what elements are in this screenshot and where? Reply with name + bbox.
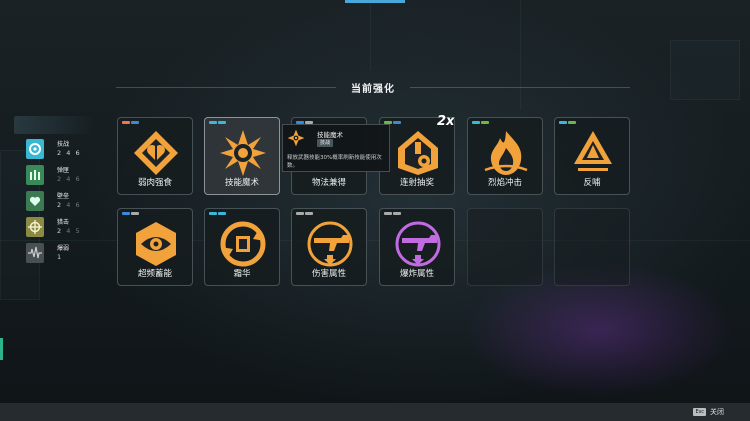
stat-threshold-value: 6 — [75, 175, 82, 183]
card-label: 弱肉强食 — [137, 178, 172, 188]
header-line-right — [410, 87, 630, 88]
empty-slot — [554, 208, 630, 286]
header-line-left — [116, 87, 336, 88]
star-burst-icon — [218, 128, 268, 178]
stat-item[interactable]: 弹匣 2 4 6 — [26, 165, 90, 185]
stat-threshold-value: 2 — [57, 227, 63, 235]
crystal-icon — [568, 128, 618, 178]
tooltip-tag: 技战 — [317, 139, 334, 147]
enhancement-card[interactable]: 霜华 — [204, 208, 280, 286]
stat-threshold-value: 4 — [66, 201, 72, 209]
stat-threshold-value: 2 — [57, 201, 63, 209]
enhancement-card[interactable]: 伤害属性 — [291, 208, 367, 286]
card-label: 连射抽奖 — [399, 178, 434, 188]
card-label: 技能魔术 — [224, 178, 259, 188]
stat-name: 猎击 — [57, 219, 70, 226]
tooltip: 技能魔术 技战 释放武器技能30%概率刷新技能使用次数。 — [282, 124, 390, 172]
top-indicator — [345, 0, 405, 3]
heart-hands-icon — [131, 128, 181, 178]
bg-line — [0, 240, 750, 241]
stat-item[interactable]: 壁垒 2 4 6 — [26, 191, 90, 211]
stat-thresholds: 2 4 6 — [57, 149, 81, 157]
card-tag — [209, 121, 226, 124]
heart-shield-icon — [26, 191, 44, 211]
enhancement-card[interactable]: 烈焰冲击 — [467, 117, 543, 195]
card-label: 反哺 — [583, 178, 601, 188]
flame-icon — [481, 128, 531, 178]
enhancement-card[interactable]: 技能魔术 — [204, 117, 280, 195]
section-header: 当前强化 — [116, 80, 630, 95]
card-label: 爆炸属性 — [399, 269, 434, 279]
card-label: 烈焰冲击 — [487, 178, 522, 188]
gun-explode-icon — [393, 219, 443, 269]
crosshair-icon — [26, 217, 44, 237]
bg-line — [370, 0, 371, 70]
lottery-icon — [393, 128, 443, 178]
stat-threshold-value: 6 — [75, 149, 82, 157]
card-label: 超频蓄能 — [137, 269, 172, 279]
stat-threshold-value: 4 — [66, 227, 72, 235]
stat-glow — [14, 116, 94, 134]
frost-cycle-icon — [218, 219, 268, 269]
stat-name: 技战 — [57, 141, 70, 148]
esc-key-hint[interactable]: Esc — [693, 408, 706, 416]
stat-thresholds: 2 4 6 — [57, 201, 81, 209]
eye-icon — [131, 219, 181, 269]
stat-threshold-value: 1 — [57, 253, 63, 261]
stat-thresholds: 2 4 5 — [57, 227, 81, 235]
card-label: 物法兼得 — [311, 178, 346, 188]
stat-threshold-value: 4 — [66, 175, 72, 183]
stat-threshold-value: 4 — [66, 149, 72, 157]
stat-threshold-value: 2 — [57, 175, 63, 183]
bottom-bar: Esc 关闭 — [0, 403, 750, 421]
stat-threshold-value: 5 — [75, 227, 82, 235]
card-tag — [559, 121, 576, 124]
stat-item[interactable]: 爆弱 1 — [26, 243, 90, 263]
stat-threshold-value: 2 — [57, 149, 63, 157]
stat-thresholds: 2 4 6 — [57, 175, 81, 183]
wave-icon — [26, 243, 44, 263]
tooltip-title: 技能魔术 — [317, 131, 343, 139]
card-tag — [296, 212, 313, 215]
double-badge: 2x — [437, 114, 455, 129]
card-tag — [384, 212, 401, 215]
swirl-icon — [26, 139, 44, 159]
bg-panel-right — [670, 40, 740, 100]
stat-name: 弹匣 — [57, 167, 70, 174]
card-label: 霜华 — [233, 269, 251, 279]
stat-threshold-value: 6 — [75, 201, 82, 209]
stat-name: 爆弱 — [57, 245, 70, 252]
close-button[interactable]: 关闭 — [710, 407, 724, 417]
enhancement-card[interactable]: 爆炸属性 — [379, 208, 455, 286]
card-tag — [209, 212, 226, 215]
enhancement-card[interactable]: 弱肉强食 — [117, 117, 193, 195]
tooltip-description: 释放武器技能30%概率刷新技能使用次数。 — [287, 155, 382, 169]
enhancement-card[interactable]: 超频蓄能 — [117, 208, 193, 286]
section-title: 当前强化 — [351, 84, 395, 95]
star-burst-icon — [287, 129, 305, 147]
enhancement-card[interactable]: 反哺 — [554, 117, 630, 195]
magazine-icon — [26, 165, 44, 185]
card-tag — [122, 121, 139, 124]
empty-slot — [467, 208, 543, 286]
stat-thresholds: 1 — [57, 253, 63, 261]
stat-name: 壁垒 — [57, 193, 70, 200]
card-tag — [122, 212, 139, 215]
stat-item[interactable]: 技战 2 4 6 — [26, 139, 90, 159]
stat-item[interactable]: 猎击 2 4 5 — [26, 217, 90, 237]
card-label: 伤害属性 — [311, 269, 346, 279]
left-edge-indicator — [0, 338, 3, 360]
gun-damage-icon — [305, 219, 355, 269]
card-tag — [472, 121, 489, 124]
